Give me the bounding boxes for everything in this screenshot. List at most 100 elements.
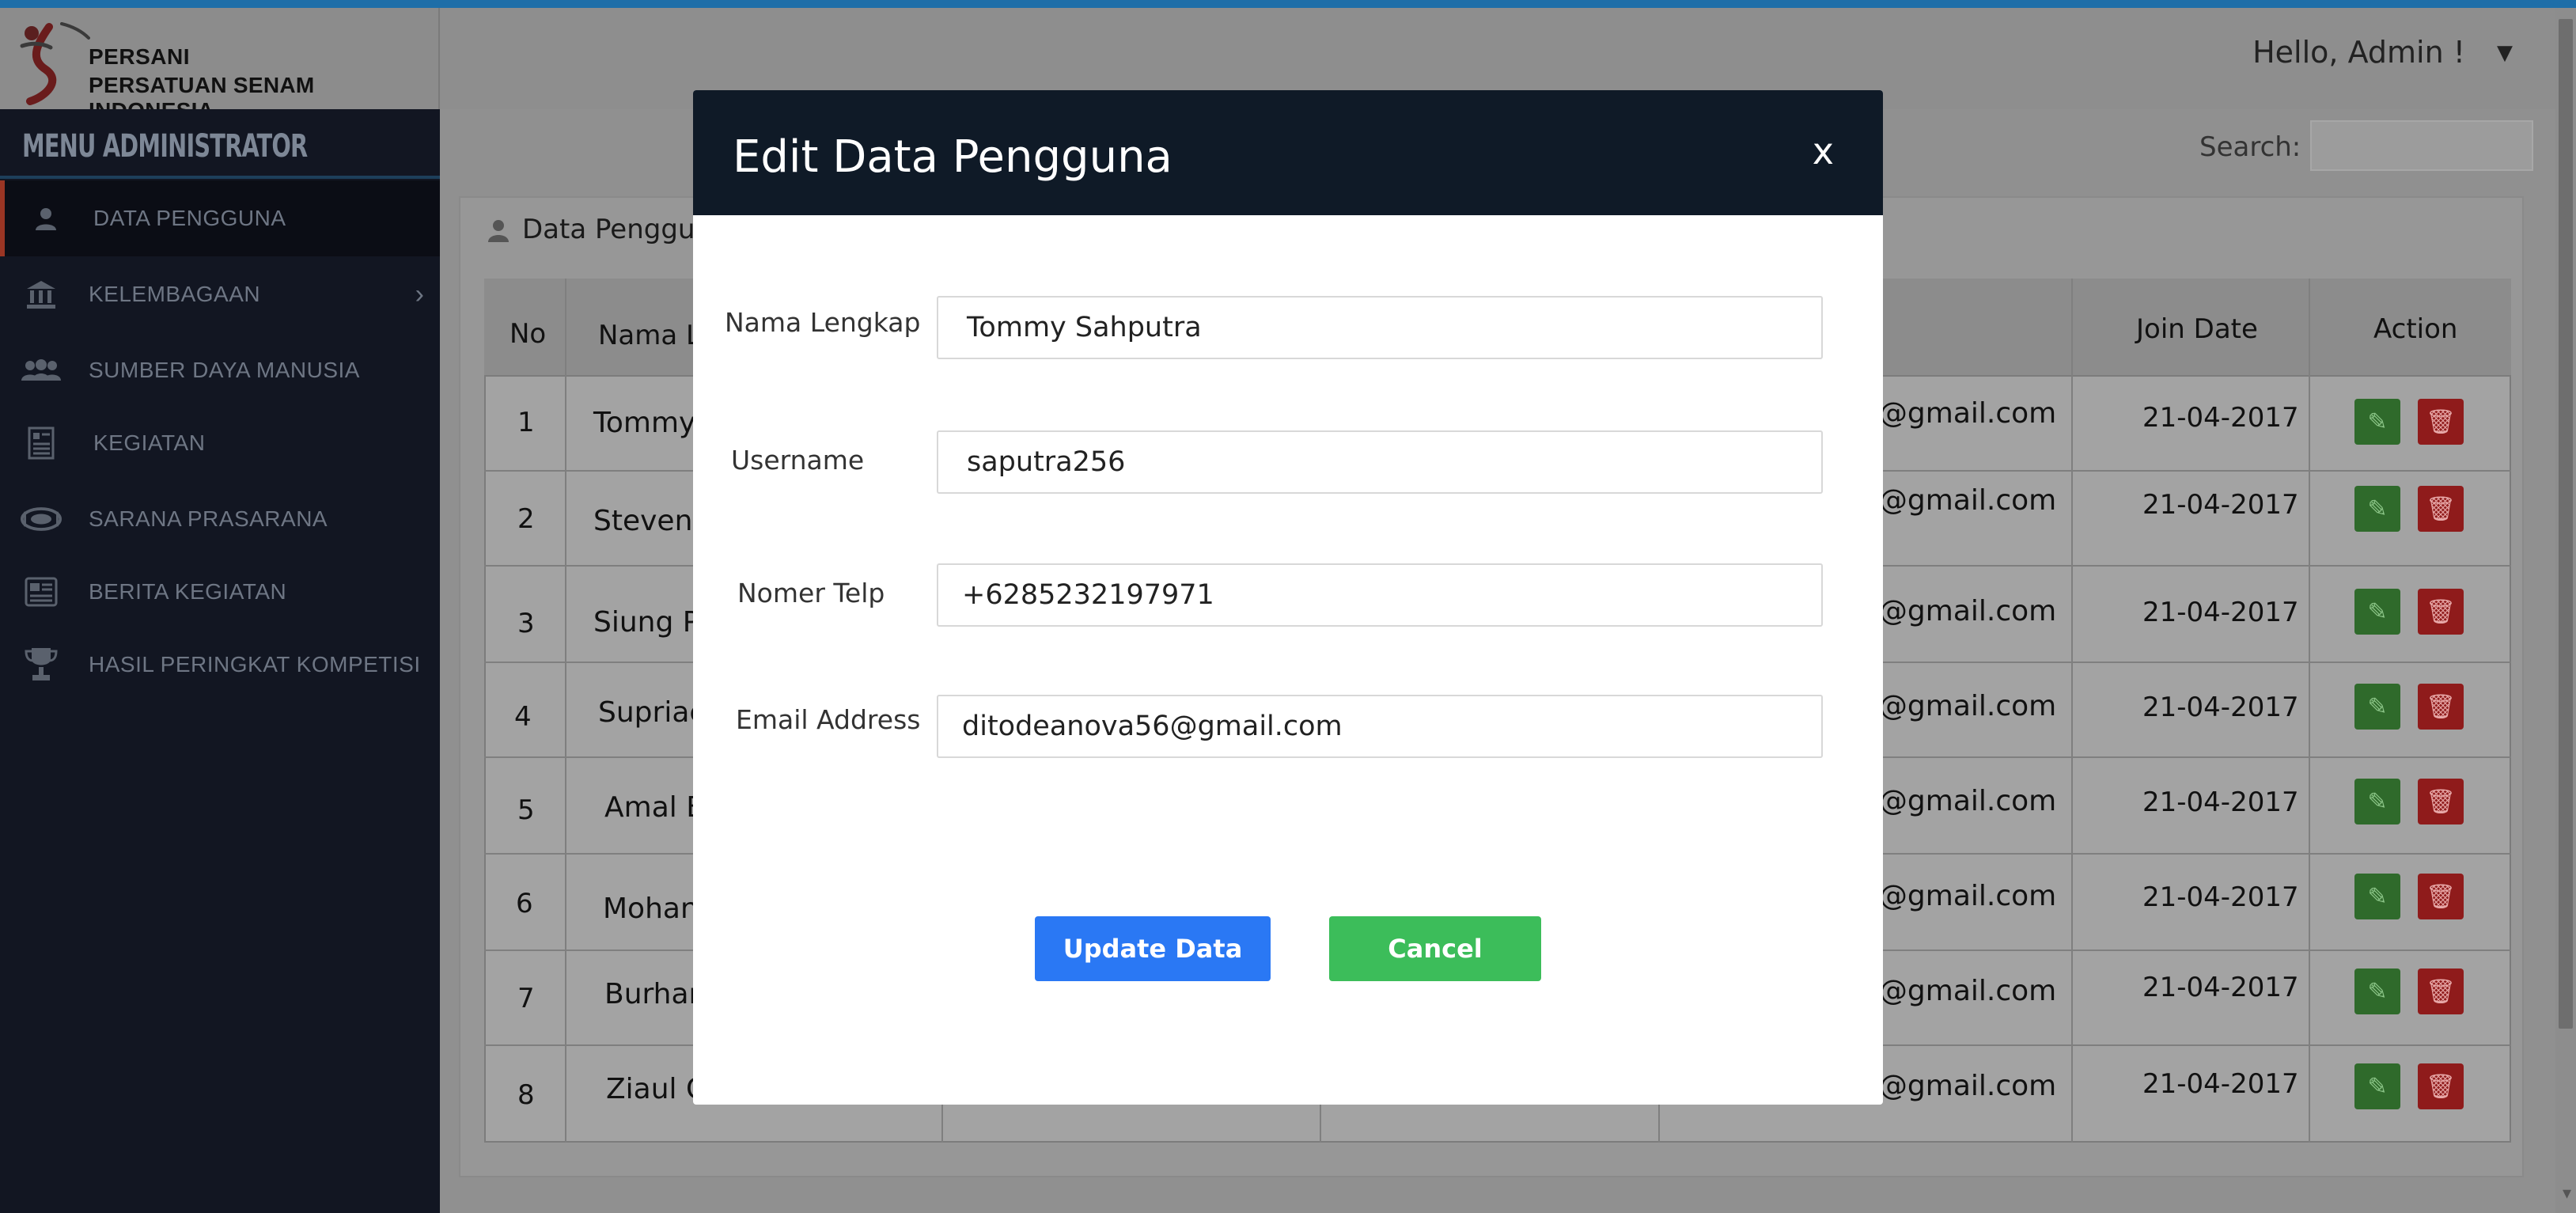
panel-title: Data Penggu [522,214,695,245]
row-email: 6@gmail.com [1861,880,2057,912]
row-email: 6@gmail.com [1861,975,2057,1007]
page-scrollbar[interactable] [2555,8,2576,1213]
sidebar-item-label: KEGIATAN [93,430,206,455]
edit-user-modal: Edit Data Pengguna x Nama Lengkap Tommy … [693,90,1883,1105]
sidebar-item-sumber-daya-manusia[interactable]: SUMBER DAYA MANUSIA [0,332,440,408]
edit-button[interactable]: ✎ [2354,486,2400,532]
update-data-button[interactable]: Update Data [1035,916,1271,981]
user-menu-caret-icon[interactable]: ▼ [2497,41,2513,65]
row-email: 6@gmail.com [1861,1070,2057,1102]
row-email: 6@gmail.com [1861,595,2057,627]
edit-button[interactable]: ✎ [2354,1063,2400,1109]
sidebar-item-label: HASIL PERINGKAT KOMPETISI [89,652,421,677]
phone-field[interactable]: +6285232197971 [937,563,1823,627]
row-number: 2 [517,503,535,535]
delete-button[interactable]: 🗑 [2418,589,2464,635]
column-divider [565,279,566,1143]
row-email: 6@gmail.com [1861,690,2057,722]
persani-logo-icon [20,22,90,105]
sidebar-item-label: SUMBER DAYA MANUSIA [89,358,360,382]
column-header-action: Action [2373,313,2458,345]
delete-button[interactable]: 🗑 [2418,874,2464,919]
edit-button[interactable]: ✎ [2354,684,2400,730]
email-label: Email Address [736,704,921,735]
row-join-date: 21-04-2017 [2142,692,2299,723]
edit-button[interactable]: ✎ [2354,589,2400,635]
delete-button[interactable]: 🗑 [2418,684,2464,730]
modal-header: Edit Data Pengguna x [693,90,1883,215]
sidebar-item-kelembagaan[interactable]: KELEMBAGAAN › [0,256,440,332]
column-header-no[interactable]: No [510,318,546,350]
modal-title: Edit Data Pengguna [733,131,1172,183]
scroll-down-icon[interactable]: ▾ [2563,1184,2571,1204]
full-name-label: Nama Lengkap [725,307,921,338]
username-field[interactable]: saputra256 [937,430,1823,494]
column-header-join-date[interactable]: Join Date [2136,313,2258,345]
top-accent-bar [0,0,2576,8]
column-divider [2309,279,2310,1143]
row-number: 1 [517,407,535,438]
row-email: 6@gmail.com [1861,484,2057,517]
scrollbar-thumb[interactable] [2559,19,2573,1029]
row-number: 7 [517,983,535,1014]
row-join-date: 21-04-2017 [2142,1068,2299,1100]
row-join-date: 21-04-2017 [2142,881,2299,913]
row-number: 8 [517,1079,535,1111]
edit-button[interactable]: ✎ [2354,779,2400,824]
full-name-field[interactable]: Tommy Sahputra [937,296,1823,359]
row-number: 3 [517,608,535,639]
org-short-name: PERSANI [89,44,190,69]
edit-button[interactable]: ✎ [2354,874,2400,919]
row-name: Burhan [604,978,707,1010]
sidebar: MENU ADMINISTRATOR DATA PENGGUNA KELEMBA… [0,109,440,1213]
sidebar-item-label: SARANA PRASARANA [89,506,328,531]
search-label: Search: [2199,131,2301,163]
sidebar-item-kegiatan[interactable]: KEGIATAN [0,405,440,481]
delete-button[interactable]: 🗑 [2418,1063,2464,1109]
delete-button[interactable]: 🗑 [2418,779,2464,824]
sidebar-item-hasil-peringkat-kompetisi[interactable]: HASIL PERINGKAT KOMPETISI [0,627,440,703]
search-input[interactable] [2310,120,2533,171]
delete-button[interactable]: 🗑 [2418,969,2464,1014]
row-join-date: 21-04-2017 [2142,402,2299,434]
row-name: Supriac [598,696,706,729]
news-icon [21,574,62,609]
phone-label: Nomer Telp [737,578,885,608]
row-email: 6@gmail.com [1861,785,2057,817]
row-name: Tommy [593,407,696,439]
user-icon [25,201,66,236]
sidebar-item-data-pengguna[interactable]: DATA PENGGUNA [0,180,440,256]
user-greeting[interactable]: Hello, Admin ! [2252,35,2465,70]
close-icon[interactable]: x [1813,130,1834,172]
row-number: 4 [514,701,532,733]
email-field[interactable]: ditodeanova56@gmail.com [937,695,1823,758]
row-join-date: 21-04-2017 [2142,597,2299,628]
row-name: Ziaul C [606,1073,707,1105]
cancel-button[interactable]: Cancel [1329,916,1541,981]
sidebar-item-label: BERITA KEGIATAN [89,579,287,604]
user-icon [488,220,509,242]
row-name: Amal B [604,791,706,824]
sidebar-item-label: DATA PENGGUNA [93,206,286,230]
row-name: Mohan [603,893,699,925]
institution-icon [21,277,62,312]
stadium-icon [21,502,62,536]
row-join-date: 21-04-2017 [2142,972,2299,1003]
row-number: 6 [516,888,533,919]
people-icon [21,353,62,388]
edit-button[interactable]: ✎ [2354,399,2400,445]
row-join-date: 21-04-2017 [2142,489,2299,521]
edit-button[interactable]: ✎ [2354,969,2400,1014]
row-join-date: 21-04-2017 [2142,787,2299,818]
delete-button[interactable]: 🗑 [2418,399,2464,445]
username-label: Username [731,445,865,476]
chevron-right-icon: › [415,279,424,309]
document-icon [21,426,62,461]
delete-button[interactable]: 🗑 [2418,486,2464,532]
row-email: 6@gmail.com [1861,397,2057,430]
trophy-icon [21,647,62,682]
logo-area[interactable]: PERSANI PERSATUAN SENAM INDONESIA [0,8,440,123]
sidebar-item-sarana-prasarana[interactable]: SARANA PRASARANA [0,481,440,557]
sidebar-title: MENU ADMINISTRATOR [22,128,308,165]
sidebar-item-berita-kegiatan[interactable]: BERITA KEGIATAN [0,554,440,630]
